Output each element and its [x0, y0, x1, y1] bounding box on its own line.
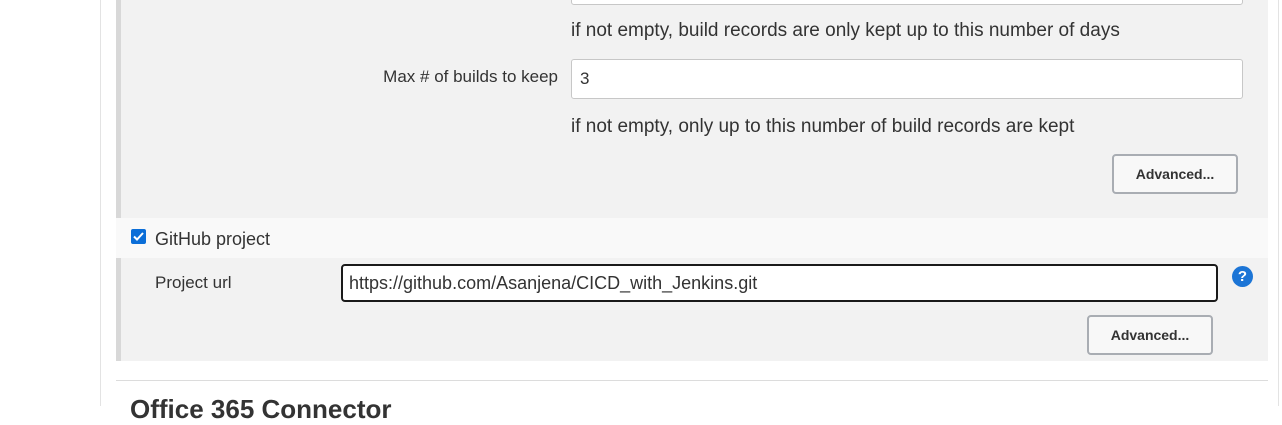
project-url-input[interactable] — [341, 264, 1218, 302]
content-left-border — [100, 0, 101, 406]
github-project-label[interactable]: GitHub project — [155, 229, 270, 250]
checkmark-icon — [133, 232, 144, 241]
content-right-border — [1278, 0, 1279, 406]
max-builds-input[interactable] — [571, 59, 1243, 99]
github-project-checkbox[interactable] — [131, 229, 146, 244]
project-url-label: Project url — [155, 273, 232, 292]
panel-indent-bar — [116, 0, 121, 218]
office-365-section-heading: Office 365 Connector — [130, 394, 392, 424]
max-builds-help: if not empty, only up to this number of … — [571, 116, 1075, 137]
discard-advanced-button[interactable]: Advanced... — [1112, 154, 1238, 194]
question-mark-icon[interactable]: ? — [1232, 266, 1253, 287]
days-to-keep-input[interactable] — [571, 0, 1243, 5]
max-builds-label: Max # of builds to keep — [383, 67, 558, 86]
github-advanced-button[interactable]: Advanced... — [1087, 315, 1213, 355]
section-divider — [116, 380, 1268, 381]
panel-indent-bar — [116, 258, 121, 361]
days-to-keep-help: if not empty, build records are only kep… — [571, 20, 1120, 41]
github-project-row — [116, 218, 1268, 258]
